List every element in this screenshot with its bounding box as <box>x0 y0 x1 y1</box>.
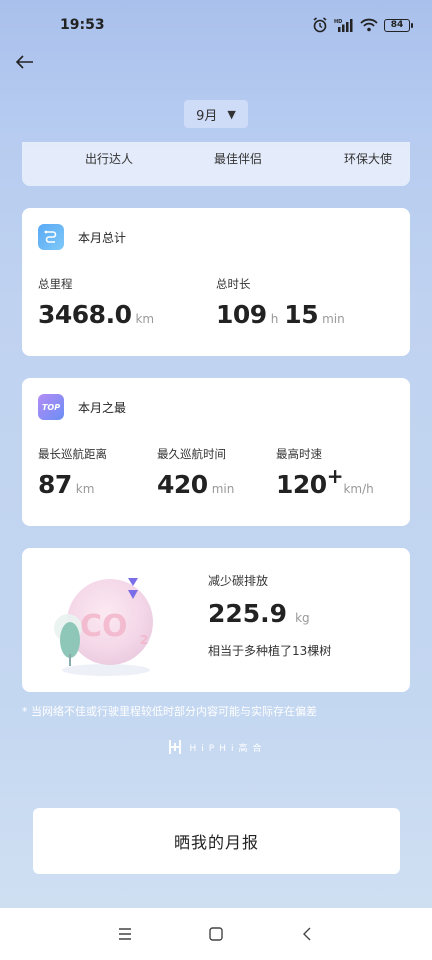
monthly-best-card: TOP 本月之最 最长巡航距离 87 km 最久巡航时间 420 min 最高时速 … <box>22 378 410 526</box>
total-duration: 总时长 109 h 15 min <box>216 276 351 329</box>
carbon-value: 225.9 <box>208 599 288 628</box>
carbon-unit: kg <box>295 611 310 625</box>
footnote: * 当网络不佳或行驶里程较低时部分内容可能与实际存在偏差 <box>22 705 317 718</box>
month-label: 9月 <box>196 108 218 124</box>
signal-icon: HD <box>334 19 353 32</box>
longest-distance: 最长巡航距离 87 km <box>38 446 107 499</box>
back-nav-button[interactable] <box>292 927 322 941</box>
brand-text: HiPHi高合 <box>189 743 267 754</box>
battery-icon: 84 <box>384 18 413 32</box>
top-icon: TOP <box>38 394 64 420</box>
longest-distance-label: 最长巡航距离 <box>38 447 107 461</box>
badges-card: 出行达人 最佳伴侣 环保大使 <box>22 142 410 186</box>
longest-distance-unit: km <box>75 482 95 496</box>
alarm-icon <box>313 17 327 33</box>
monthly-best-title: 本月之最 <box>78 400 127 415</box>
menu-nav-button[interactable] <box>110 928 140 940</box>
total-distance: 总里程 3468.0 km <box>38 276 160 329</box>
home-nav-button[interactable] <box>201 927 231 941</box>
status-bar: 19:53 HD 84 <box>0 0 432 50</box>
carbon-title: 减少碳排放 <box>208 574 269 588</box>
total-minutes-unit: min <box>322 312 345 326</box>
dropdown-arrow-icon: ▼ <box>227 107 236 121</box>
badge-eco-ambassador: 环保大使 <box>344 152 393 166</box>
home-square-icon <box>209 927 223 941</box>
back-button[interactable] <box>16 50 44 74</box>
total-distance-unit: km <box>135 312 155 326</box>
share-report-button[interactable]: 晒我的月报 <box>33 808 400 874</box>
route-icon <box>38 224 64 250</box>
longest-time-label: 最久巡航时间 <box>157 447 226 461</box>
system-nav-bar <box>0 908 432 960</box>
chevron-left-icon <box>302 927 311 941</box>
carbon-equivalent: 相当于多种植了13棵树 <box>208 644 332 658</box>
brand-logo: HiPHi高合 <box>0 738 432 756</box>
carbon-card: CO 2 减少碳排放 225.9 kg 相当于多种植了13棵树 <box>22 548 410 692</box>
total-distance-value: 3468.0 <box>38 300 132 329</box>
status-time: 19:53 <box>60 17 105 33</box>
top-speed-unit: km/h <box>343 482 374 496</box>
top-speed-plus: + <box>326 464 344 488</box>
badge-travel-expert: 出行达人 <box>85 152 134 166</box>
wifi-icon <box>360 18 378 32</box>
svg-text:CO: CO <box>80 609 128 644</box>
total-minutes-value: 15 <box>284 300 319 329</box>
status-icons: HD 84 <box>312 17 413 33</box>
svg-text:HD: HD <box>334 19 342 25</box>
hiphi-logo-icon <box>168 740 181 754</box>
longest-time-unit: min <box>211 482 235 496</box>
carbon-info: 减少碳排放 225.9 kg 相当于多种植了13棵树 <box>208 572 331 659</box>
month-selector[interactable]: 9月 ▼ <box>184 100 248 128</box>
total-distance-label: 总里程 <box>38 277 73 291</box>
top-speed-value: 120 <box>276 470 327 499</box>
longest-distance-value: 87 <box>38 470 72 499</box>
total-hours-value: 109 <box>216 300 267 329</box>
svg-text:2: 2 <box>140 633 148 647</box>
badge-best-partner: 最佳伴侣 <box>214 152 263 166</box>
total-hours-unit: h <box>270 312 279 326</box>
top-speed-label: 最高时速 <box>276 447 322 461</box>
co2-tree-illustration: CO 2 <box>54 578 153 676</box>
top-speed: 最高时速 120+km/h <box>276 446 380 499</box>
longest-time: 最久巡航时间 420 min <box>157 446 240 499</box>
longest-time-value: 420 <box>157 470 208 499</box>
arrow-left-icon <box>16 55 33 69</box>
menu-icon <box>119 928 132 940</box>
monthly-total-title: 本月总计 <box>78 230 127 245</box>
total-duration-label: 总时长 <box>216 277 251 291</box>
monthly-total-card: 本月总计 总里程 3468.0 km 总时长 109 h 15 min <box>22 208 410 356</box>
